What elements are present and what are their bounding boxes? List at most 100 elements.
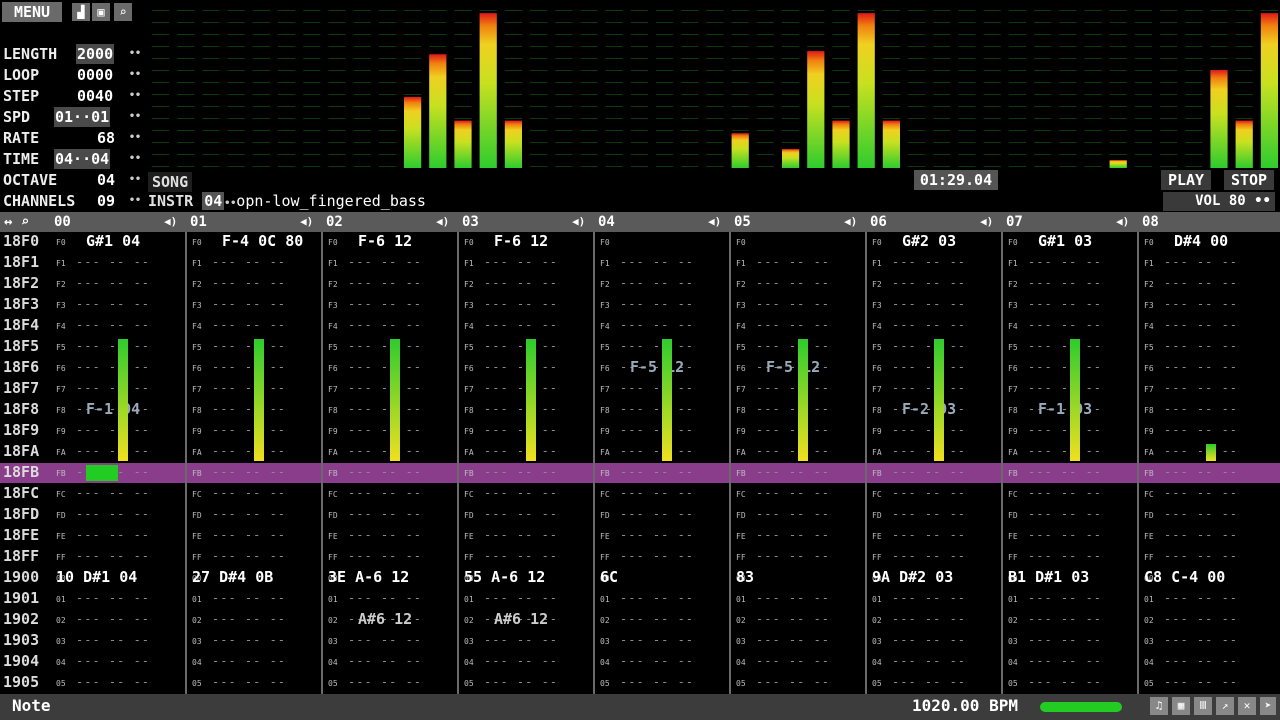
channels-value[interactable]: 09 bbox=[96, 191, 116, 211]
empty-cell[interactable]: --- -- -- bbox=[1164, 549, 1238, 563]
empty-cell[interactable]: --- -- -- bbox=[348, 591, 422, 605]
empty-cell[interactable]: --- -- -- bbox=[212, 633, 286, 647]
empty-cell[interactable]: --- -- -- bbox=[348, 360, 422, 374]
empty-cell[interactable]: --- -- -- bbox=[892, 276, 966, 290]
speaker-icon[interactable]: ◀) bbox=[980, 212, 993, 232]
empty-cell[interactable]: --- -- -- bbox=[756, 612, 830, 626]
channel-header-02[interactable]: 02 bbox=[326, 212, 343, 232]
instrument-selector[interactable]: INSTR 04 ••opn-low_fingered_bass bbox=[148, 192, 426, 210]
empty-cell[interactable]: --- -- -- bbox=[892, 297, 966, 311]
empty-cell[interactable]: --- -- -- bbox=[348, 255, 422, 269]
empty-cell[interactable]: --- -- -- bbox=[892, 549, 966, 563]
empty-cell[interactable]: --- -- -- bbox=[1164, 402, 1238, 416]
empty-cell[interactable]: --- -- -- bbox=[1164, 255, 1238, 269]
empty-cell[interactable]: --- -- -- bbox=[620, 423, 694, 437]
empty-cell[interactable]: --- -- -- bbox=[756, 297, 830, 311]
empty-cell[interactable]: --- -- -- bbox=[756, 549, 830, 563]
note-cell[interactable]: F-2 03 bbox=[902, 400, 956, 418]
channel-header-05[interactable]: 05 bbox=[734, 212, 751, 232]
empty-cell[interactable]: --- -- -- bbox=[1164, 633, 1238, 647]
channel-header-08[interactable]: 08 bbox=[1142, 212, 1159, 232]
empty-cell[interactable]: --- -- -- bbox=[484, 297, 558, 311]
empty-cell[interactable]: --- -- -- bbox=[620, 465, 694, 479]
empty-cell[interactable]: --- -- -- bbox=[348, 318, 422, 332]
empty-cell[interactable]: --- -- -- bbox=[348, 402, 422, 416]
empty-cell[interactable]: --- -- -- bbox=[620, 402, 694, 416]
empty-cell[interactable]: --- -- -- bbox=[212, 402, 286, 416]
speaker-icon[interactable]: ◀) bbox=[164, 212, 177, 232]
loop-value[interactable]: 0000 bbox=[76, 65, 114, 85]
empty-cell[interactable]: --- -- -- bbox=[892, 612, 966, 626]
stepper-dots[interactable]: •• bbox=[129, 195, 141, 206]
arrow-icon[interactable]: ➤ bbox=[1260, 697, 1276, 715]
empty-cell[interactable]: --- -- -- bbox=[1164, 612, 1238, 626]
note-cell[interactable]: 55 A-6 12 bbox=[464, 568, 545, 586]
stepper-dots[interactable]: •• bbox=[129, 174, 141, 185]
empty-cell[interactable]: --- -- -- bbox=[1028, 465, 1102, 479]
note-cell[interactable]: 27 D#4 0B bbox=[192, 568, 273, 586]
empty-cell[interactable]: --- -- -- bbox=[484, 444, 558, 458]
step-value[interactable]: 0040 bbox=[76, 86, 114, 106]
empty-cell[interactable]: --- -- -- bbox=[756, 402, 830, 416]
empty-cell[interactable]: --- -- -- bbox=[484, 276, 558, 290]
empty-cell[interactable]: --- -- -- bbox=[76, 654, 150, 668]
chart-icon[interactable]: ▟ bbox=[72, 3, 90, 21]
speaker-icon[interactable]: ◀) bbox=[572, 212, 585, 232]
stepper-dots[interactable]: •• bbox=[129, 132, 141, 143]
stepper-dots[interactable]: •• bbox=[129, 48, 141, 59]
empty-cell[interactable]: --- -- -- bbox=[1164, 423, 1238, 437]
empty-cell[interactable]: --- -- -- bbox=[620, 675, 694, 689]
empty-cell[interactable]: --- -- -- bbox=[484, 507, 558, 521]
empty-cell[interactable]: --- -- -- bbox=[892, 654, 966, 668]
channel-header-03[interactable]: 03 bbox=[462, 212, 479, 232]
empty-cell[interactable]: --- -- -- bbox=[212, 276, 286, 290]
note-icon[interactable]: ♫ bbox=[1150, 697, 1168, 715]
empty-cell[interactable]: --- -- -- bbox=[348, 507, 422, 521]
empty-cell[interactable]: --- -- -- bbox=[76, 633, 150, 647]
speaker-icon[interactable]: ◀) bbox=[436, 212, 449, 232]
row-number[interactable]: 18F6 bbox=[3, 358, 39, 376]
empty-cell[interactable]: --- -- -- bbox=[1028, 591, 1102, 605]
empty-cell[interactable]: --- -- -- bbox=[348, 528, 422, 542]
empty-cell[interactable]: --- -- -- bbox=[76, 444, 150, 458]
empty-cell[interactable]: --- -- -- bbox=[756, 255, 830, 269]
empty-cell[interactable]: --- -- -- bbox=[76, 612, 150, 626]
note-cell[interactable]: A#6 12 bbox=[494, 610, 548, 628]
row-number[interactable]: 1901 bbox=[3, 589, 39, 607]
empty-cell[interactable]: --- -- -- bbox=[484, 465, 558, 479]
empty-cell[interactable]: --- -- -- bbox=[892, 528, 966, 542]
empty-cell[interactable]: --- -- -- bbox=[892, 339, 966, 353]
empty-cell[interactable]: --- -- -- bbox=[212, 255, 286, 269]
empty-cell[interactable]: --- -- -- bbox=[212, 612, 286, 626]
note-cell[interactable]: F-1 04 bbox=[86, 400, 140, 418]
empty-cell[interactable]: --- -- -- bbox=[212, 486, 286, 500]
empty-cell[interactable]: --- -- -- bbox=[212, 465, 286, 479]
empty-cell[interactable]: --- -- -- bbox=[76, 486, 150, 500]
empty-cell[interactable]: --- -- -- bbox=[484, 381, 558, 395]
row-number[interactable]: 18F4 bbox=[3, 316, 39, 334]
chart-small-icon[interactable]: ↗ bbox=[1216, 697, 1234, 715]
empty-cell[interactable]: --- -- -- bbox=[892, 423, 966, 437]
note-cell[interactable]: B1 D#1 03 bbox=[1008, 568, 1089, 586]
row-number[interactable]: 18F7 bbox=[3, 379, 39, 397]
empty-cell[interactable]: --- -- -- bbox=[1164, 339, 1238, 353]
empty-cell[interactable]: --- -- -- bbox=[484, 528, 558, 542]
empty-cell[interactable]: --- -- -- bbox=[348, 654, 422, 668]
row-number[interactable]: 18FC bbox=[3, 484, 39, 502]
empty-cell[interactable]: --- -- -- bbox=[484, 633, 558, 647]
save-icon[interactable]: ▣ bbox=[92, 3, 110, 21]
row-number[interactable]: 18FE bbox=[3, 526, 39, 544]
empty-cell[interactable]: --- -- -- bbox=[756, 423, 830, 437]
empty-cell[interactable]: --- -- -- bbox=[212, 654, 286, 668]
empty-cell[interactable]: --- -- -- bbox=[620, 507, 694, 521]
empty-cell[interactable]: --- -- -- bbox=[620, 444, 694, 458]
empty-cell[interactable]: --- -- -- bbox=[76, 360, 150, 374]
note-cell[interactable]: 83 bbox=[736, 568, 754, 586]
note-cell[interactable]: F-5 12 bbox=[630, 358, 684, 376]
empty-cell[interactable]: --- -- -- bbox=[620, 255, 694, 269]
length-value[interactable]: 2000 bbox=[76, 44, 115, 64]
empty-cell[interactable]: --- -- -- bbox=[484, 339, 558, 353]
empty-cell[interactable]: --- -- -- bbox=[1164, 675, 1238, 689]
empty-cell[interactable]: --- -- -- bbox=[348, 486, 422, 500]
empty-cell[interactable]: --- -- -- bbox=[892, 255, 966, 269]
